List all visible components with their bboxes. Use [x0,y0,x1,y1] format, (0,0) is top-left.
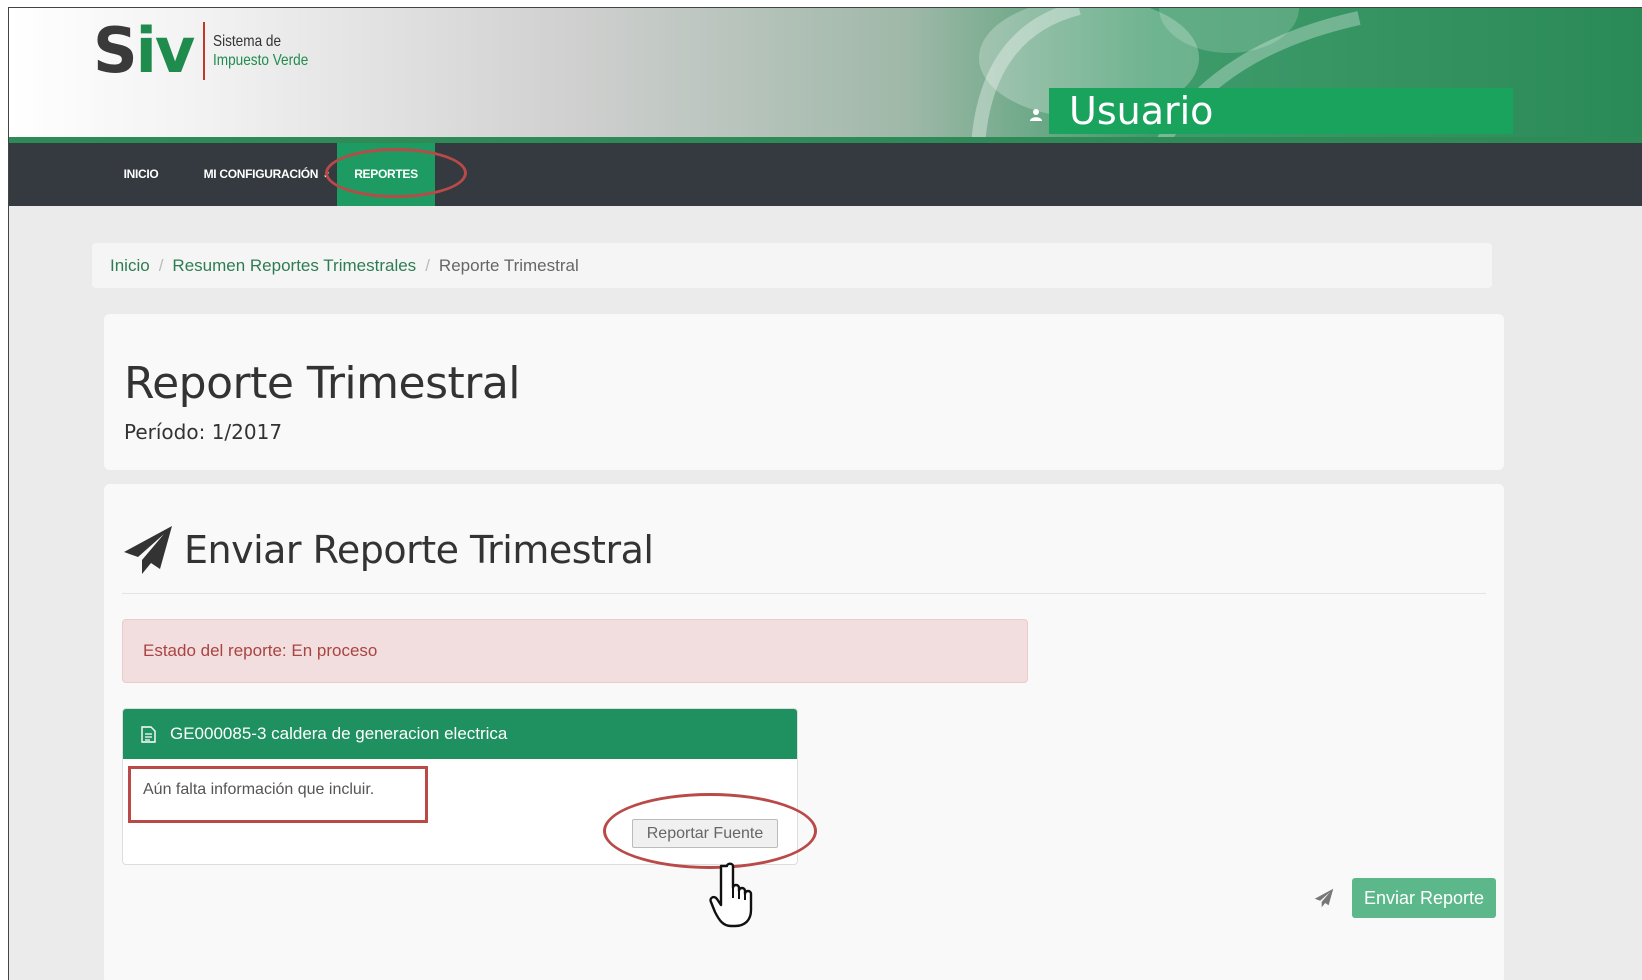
section-title: Enviar Reporte Trimestral [184,528,654,572]
report-source-button[interactable]: Reportar Fuente [632,819,778,848]
breadcrumb-separator: / [425,256,430,275]
logo-subtitle-line2: Impuesto Verde [213,52,309,69]
nav-reportes[interactable]: REPORTES [337,143,435,206]
report-period: Período: 1/2017 [124,420,283,444]
user-name[interactable]: Usuario [1049,88,1513,134]
send-report-button[interactable]: Enviar Reporte [1352,878,1496,918]
logo-wordmark: Siv [93,14,195,87]
document-icon [141,725,156,743]
siv-logo[interactable]: Siv Sistema de Impuesto Verde [93,20,325,82]
logo-divider [203,22,206,80]
breadcrumb-inicio[interactable]: Inicio [110,256,150,275]
section-header: Enviar Reporte Trimestral [122,524,654,576]
paper-plane-icon [124,526,172,574]
breadcrumb-current: Reporte Trimestral [438,256,579,275]
source-card-header: GE000085-3 caldera de generacion electri… [123,709,797,759]
user-icon [1030,109,1042,121]
send-report-area: Enviar Reporte [1314,878,1496,918]
section-divider [122,593,1486,594]
nav-mi-configuracion[interactable]: MI CONFIGURACIÓN ✓ [195,143,339,206]
title-panel: Reporte Trimestral Período: 1/2017 [104,314,1504,470]
app-window: Siv Sistema de Impuesto Verde Usuario IN… [8,7,1642,980]
logo-subtitle: Sistema de Impuesto Verde [213,32,308,70]
source-title: GE000085-3 caldera de generacion electri… [170,724,508,743]
chevron-down-icon: ✓ [323,170,331,180]
hand-cursor-icon [709,862,753,928]
source-message: Aún falta información que incluir. [143,781,375,798]
header-banner: Siv Sistema de Impuesto Verde Usuario [9,8,1642,143]
nav-mi-configuracion-label: MI CONFIGURACIÓN [203,167,319,181]
paper-plane-icon [1314,888,1334,908]
breadcrumb-separator: / [158,256,164,275]
status-alert: Estado del reporte: En proceso [122,619,1028,683]
logo-subtitle-line1: Sistema de [213,33,282,50]
user-menu[interactable]: Usuario [1029,88,1513,134]
breadcrumb-resumen[interactable]: Resumen Reportes Trimestrales [172,256,416,275]
main-navbar: INICIO MI CONFIGURACIÓN ✓ REPORTES [9,143,1642,206]
send-report-panel: Enviar Reporte Trimestral Estado del rep… [104,484,1504,980]
breadcrumb: Inicio / Resumen Reportes Trimestrales / Rep… [92,243,1492,288]
page-title: Reporte Trimestral [124,358,521,409]
nav-inicio[interactable]: INICIO [113,143,169,206]
source-card: GE000085-3 caldera de generacion electri… [122,708,798,865]
